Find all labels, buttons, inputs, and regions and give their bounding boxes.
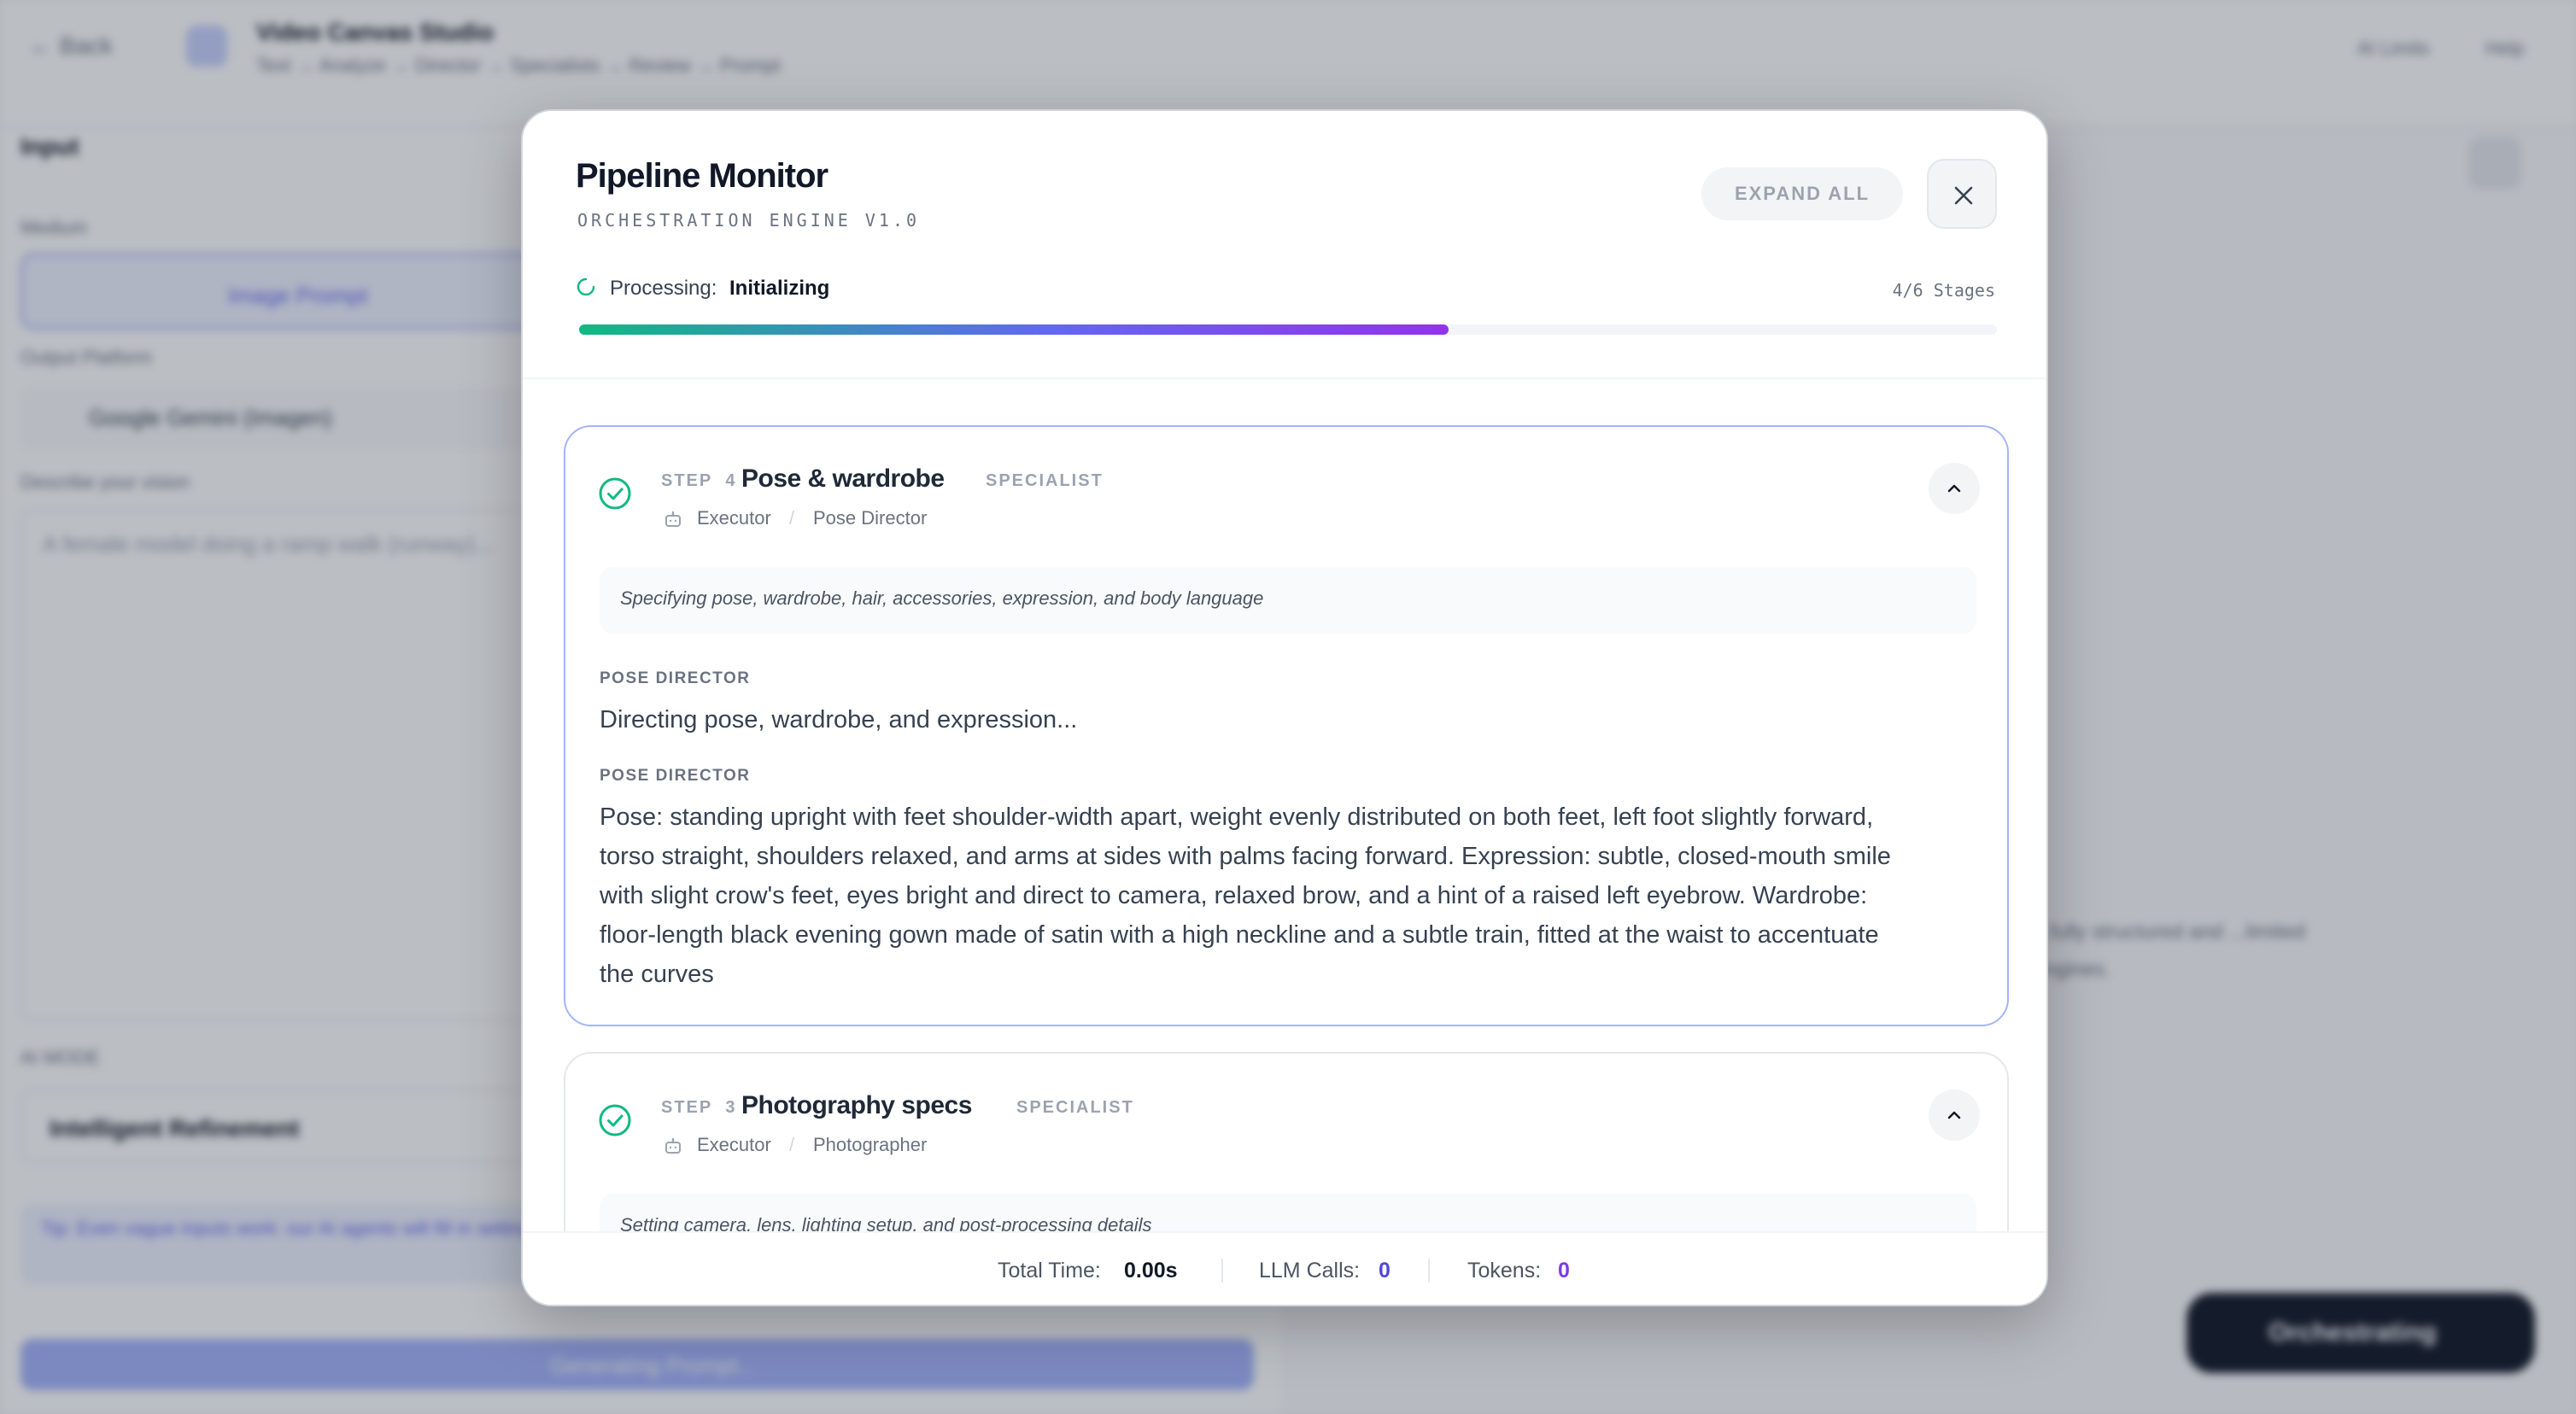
- chevron-up-icon: [1947, 1111, 1961, 1119]
- output-line: floor-length black evening gown made of …: [600, 921, 1879, 949]
- total-time-label: Total Time:: [998, 1259, 1101, 1283]
- output-line: the curves: [600, 961, 714, 988]
- llm-calls-label: LLM Calls:: [1259, 1259, 1361, 1283]
- collapse-button[interactable]: [1929, 1090, 1980, 1141]
- role-separator: /: [789, 1134, 795, 1155]
- step-role: Executor: [697, 1134, 771, 1155]
- output-label: POSE DIRECTOR: [600, 767, 751, 785]
- output-line: Directing pose, wardrobe, and expression…: [600, 706, 1078, 733]
- tokens-label: Tokens:: [1467, 1259, 1542, 1283]
- step-agent: Pose Director: [813, 507, 928, 529]
- modal-footer: Total Time: 0.00s LLM Calls: 0 Tokens: 0: [523, 1231, 2046, 1305]
- total-time-value: 0.00s: [1124, 1259, 1178, 1283]
- pipeline-monitor-modal: Pipeline Monitor ORCHESTRATION ENGINE V1…: [521, 109, 2048, 1306]
- output-line: torso straight, shoulders relaxed, and a…: [600, 843, 1891, 870]
- step-number: STEP 3: [661, 1098, 737, 1118]
- step-digit: 4: [725, 471, 737, 490]
- check-circle-icon: [599, 477, 631, 510]
- footer-divider: [1428, 1259, 1430, 1283]
- step-digit: 3: [725, 1098, 737, 1117]
- step-word: STEP: [661, 1098, 713, 1117]
- step-agent: Photographer: [813, 1134, 928, 1155]
- llm-calls-value: 0: [1379, 1259, 1390, 1283]
- step-title: Photography specs: [741, 1091, 972, 1119]
- output-label: POSE DIRECTOR: [600, 669, 751, 687]
- close-icon: [1954, 186, 1973, 205]
- progress-bar: [579, 324, 1997, 335]
- chevron-up-icon: [1947, 484, 1961, 493]
- expand-all-button[interactable]: EXPAND ALL: [1701, 167, 1903, 220]
- check-circle-icon: [599, 1104, 631, 1136]
- footer-divider: [1221, 1259, 1223, 1283]
- status-label: Processing:: [610, 277, 717, 300]
- specialist-tag: SPECIALIST: [1016, 1098, 1134, 1117]
- step-title: Pose & wardrobe: [741, 465, 945, 493]
- modal-subtitle: ORCHESTRATION ENGINE V1.0: [577, 210, 921, 231]
- spinner-icon: [577, 278, 595, 296]
- modal-title: Pipeline Monitor: [576, 157, 828, 195]
- role-separator: /: [789, 507, 795, 529]
- collapse-button[interactable]: [1929, 463, 1980, 514]
- stages-count: 4/6 Stages: [1892, 280, 1995, 301]
- step-role: Executor: [697, 507, 771, 529]
- step-card-pose-wardrobe[interactable]: STEP 4 Pose & wardrobe SPECIALIST Execut…: [564, 425, 2009, 1026]
- close-button[interactable]: [1927, 159, 1997, 229]
- progress-fill: [579, 324, 1449, 335]
- output-line: with slight crow's feet, eyes bright and…: [600, 882, 1868, 909]
- step-description: Specifying pose, wardrobe, hair, accesso…: [600, 567, 1976, 634]
- stage-list[interactable]: STEP 4 Pose & wardrobe SPECIALIST Execut…: [523, 379, 2046, 1305]
- step-number: STEP 4: [661, 471, 737, 491]
- status-value: Initializing: [729, 277, 830, 300]
- specialist-tag: SPECIALIST: [986, 471, 1104, 490]
- robot-icon: [665, 511, 681, 527]
- output-line: Pose: standing upright with feet shoulde…: [600, 803, 1874, 831]
- step-word: STEP: [661, 471, 713, 490]
- robot-icon: [665, 1137, 681, 1154]
- tokens-value: 0: [1558, 1259, 1570, 1283]
